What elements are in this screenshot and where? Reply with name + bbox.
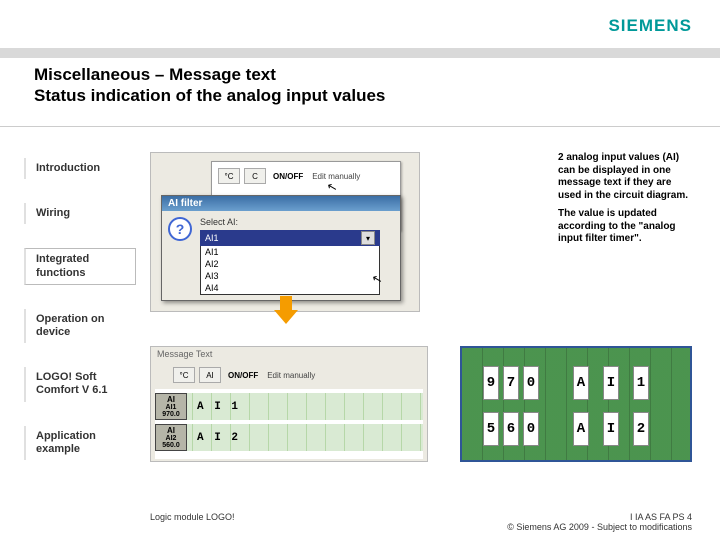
config-row-1: AI AI1 970.0 A I 1: [155, 393, 423, 420]
ai-tag: AI: [167, 426, 175, 435]
footer-left: Logic module LOGO!: [150, 512, 235, 532]
combobox-selected-value: AI1: [205, 233, 219, 243]
page-title: Miscellaneous – Message text Status indi…: [34, 64, 385, 107]
ai2-mono: A I 2: [187, 424, 423, 451]
toolbar-row: °C C ON/OFF Edit manually: [218, 168, 360, 184]
digit-2c: 0: [523, 412, 539, 446]
orange-arrow-head-icon: [274, 310, 298, 324]
label-2c: 2: [633, 412, 649, 446]
ai-option-1[interactable]: AI1: [201, 246, 379, 258]
footer-copyright: © Siemens AG 2009 - Subject to modificat…: [507, 522, 692, 532]
screenshot-dialog-area: Message Text °C C ON/OFF Edit manually ↖…: [150, 152, 420, 312]
label-2a: A: [573, 412, 589, 446]
config-row-2: AI AI2 560.0 A I 2: [155, 424, 423, 451]
ai2-block[interactable]: AI AI2 560.0: [155, 424, 187, 451]
display-row-2: 5 6 0 A I 2: [462, 412, 690, 446]
ai-option-2[interactable]: AI2: [201, 258, 379, 270]
nav-integrated-functions[interactable]: Integrated functions: [24, 248, 136, 284]
digit-1c: 0: [523, 366, 539, 400]
ai2-value: 560.0: [162, 442, 180, 449]
edit-manually-label-2: Edit manually: [267, 371, 315, 380]
select-ai-label: Select AI:: [200, 217, 394, 227]
ai-tag: AI: [167, 395, 175, 404]
toolbar-row-2: °C AI ON/OFF Edit manually: [173, 367, 315, 383]
question-icon: ?: [168, 217, 192, 241]
dialog-title-bar: AI filter: [162, 196, 400, 211]
top-accent-bar: [0, 48, 720, 58]
label-1c: 1: [633, 366, 649, 400]
ai1-block[interactable]: AI AI1 970.0: [155, 393, 187, 420]
ai-select-dropdown[interactable]: AI1 AI2 AI3 AI4: [200, 246, 380, 295]
title-line-1: Miscellaneous – Message text: [34, 65, 276, 84]
message-text-label-2: Message Text: [157, 349, 212, 359]
label-1a: A: [573, 366, 589, 400]
ai1-value: 970.0: [162, 411, 180, 418]
sidebar-nav: Introduction Wiring Integrated functions…: [24, 158, 136, 484]
edit-manually-label: Edit manually: [312, 172, 360, 181]
onoff-label-2: ON/OFF: [225, 371, 261, 380]
deg-c-button[interactable]: °C: [218, 168, 240, 184]
nav-introduction[interactable]: Introduction: [24, 158, 136, 179]
header-divider: [0, 126, 720, 127]
note-paragraph-2: The value is updated according to the "a…: [558, 208, 676, 244]
deg-c-button-2[interactable]: °C: [173, 367, 195, 383]
ai-filter-dialog: AI filter ? Select AI: AI1 ▾ AI1 AI2 AI3…: [161, 195, 401, 301]
digit-2b: 6: [503, 412, 519, 446]
nav-logo-soft-comfort[interactable]: LOGO! Soft Comfort V 6.1: [24, 367, 136, 401]
note-paragraph-1: 2 analog input values (AI) can be displa…: [558, 152, 688, 201]
ai1-label: AI1: [166, 404, 177, 411]
ai-select-combobox[interactable]: AI1 ▾: [200, 230, 380, 246]
config-grid: AI AI1 970.0 A I 1 AI AI2 560.0 A I 2: [155, 389, 423, 459]
ai2-label: AI2: [166, 435, 177, 442]
chevron-down-icon[interactable]: ▾: [361, 231, 375, 245]
ai-button[interactable]: AI: [199, 367, 221, 383]
digit-1b: 7: [503, 366, 519, 400]
footer: Logic module LOGO! I IA AS FA PS 4 © Sie…: [0, 512, 720, 532]
footer-code: I IA AS FA PS 4: [630, 512, 692, 522]
nav-operation-on-device[interactable]: Operation on device: [24, 309, 136, 343]
digit-2a: 5: [483, 412, 499, 446]
message-text-window-label: Message Text: [151, 152, 214, 153]
ai1-mono: A I 1: [187, 393, 423, 420]
label-1b: I: [603, 366, 619, 400]
label-2b: I: [603, 412, 619, 446]
display-row-1: 9 7 0 A I 1: [462, 366, 690, 400]
ai-option-4[interactable]: AI4: [201, 282, 379, 294]
screenshot-message-text-config: Message Text °C AI ON/OFF Edit manually …: [150, 346, 428, 462]
c-button[interactable]: C: [244, 168, 266, 184]
onoff-label: ON/OFF: [270, 172, 306, 181]
device-display-preview: 9 7 0 A I 1 5 6 0 A I 2: [460, 346, 692, 462]
explanation-note: 2 analog input values (AI) can be displa…: [558, 152, 692, 252]
brand-logo: SIEMENS: [608, 16, 692, 36]
nav-application-example[interactable]: Application example: [24, 426, 136, 460]
digit-1a: 9: [483, 366, 499, 400]
title-line-2: Status indication of the analog input va…: [34, 86, 385, 105]
ai-option-3[interactable]: AI3: [201, 270, 379, 282]
nav-wiring[interactable]: Wiring: [24, 203, 136, 224]
